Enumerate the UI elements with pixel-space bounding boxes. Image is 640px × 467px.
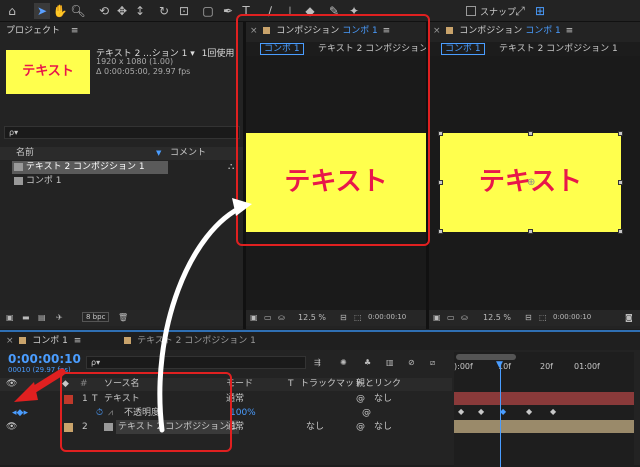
drag-arrow bbox=[157, 203, 247, 433]
annotation-overlay bbox=[14, 198, 252, 433]
red-arrow-head bbox=[14, 382, 38, 402]
